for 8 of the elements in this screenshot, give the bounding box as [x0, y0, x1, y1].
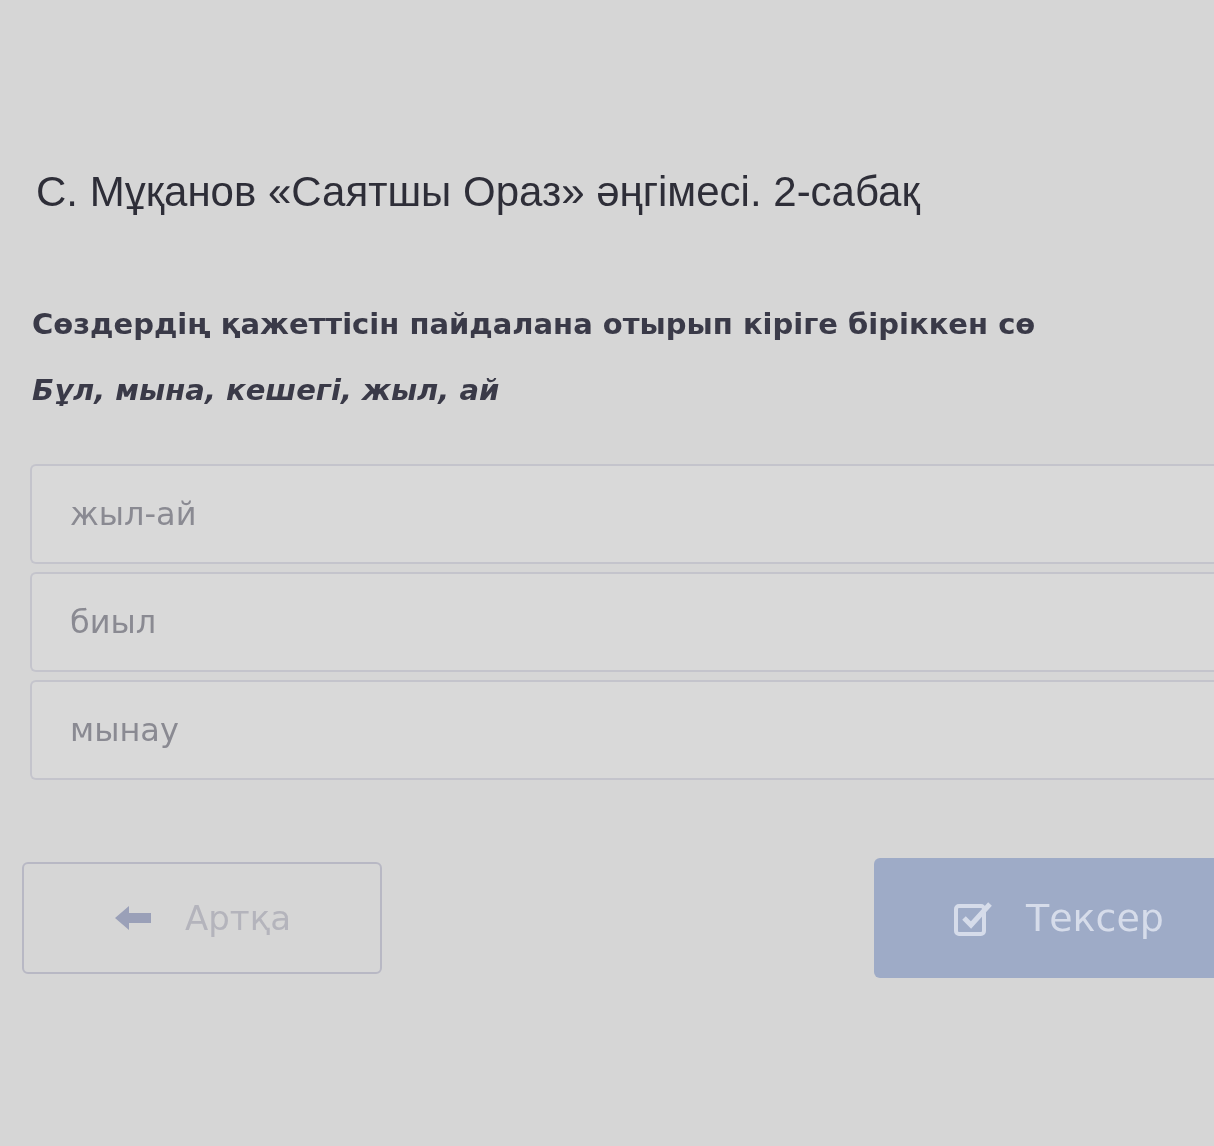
word-list: Бұл, мына, кешегі, жыл, ай — [32, 368, 1214, 412]
answer-field[interactable]: биыл — [30, 572, 1214, 672]
answer-field[interactable]: мынау — [30, 680, 1214, 780]
left-arrow-icon — [113, 903, 153, 933]
checkbox-icon — [954, 900, 994, 936]
lesson-title: С. Мұқанов «Саятшы Ораз» әңгімесі. 2-сабақ — [36, 167, 921, 217]
answer-field[interactable]: жыл-ай — [30, 464, 1214, 564]
question-text: Сөздердің қажеттісін пайдалана отырып кіріге біріккен сө — [32, 306, 1037, 343]
